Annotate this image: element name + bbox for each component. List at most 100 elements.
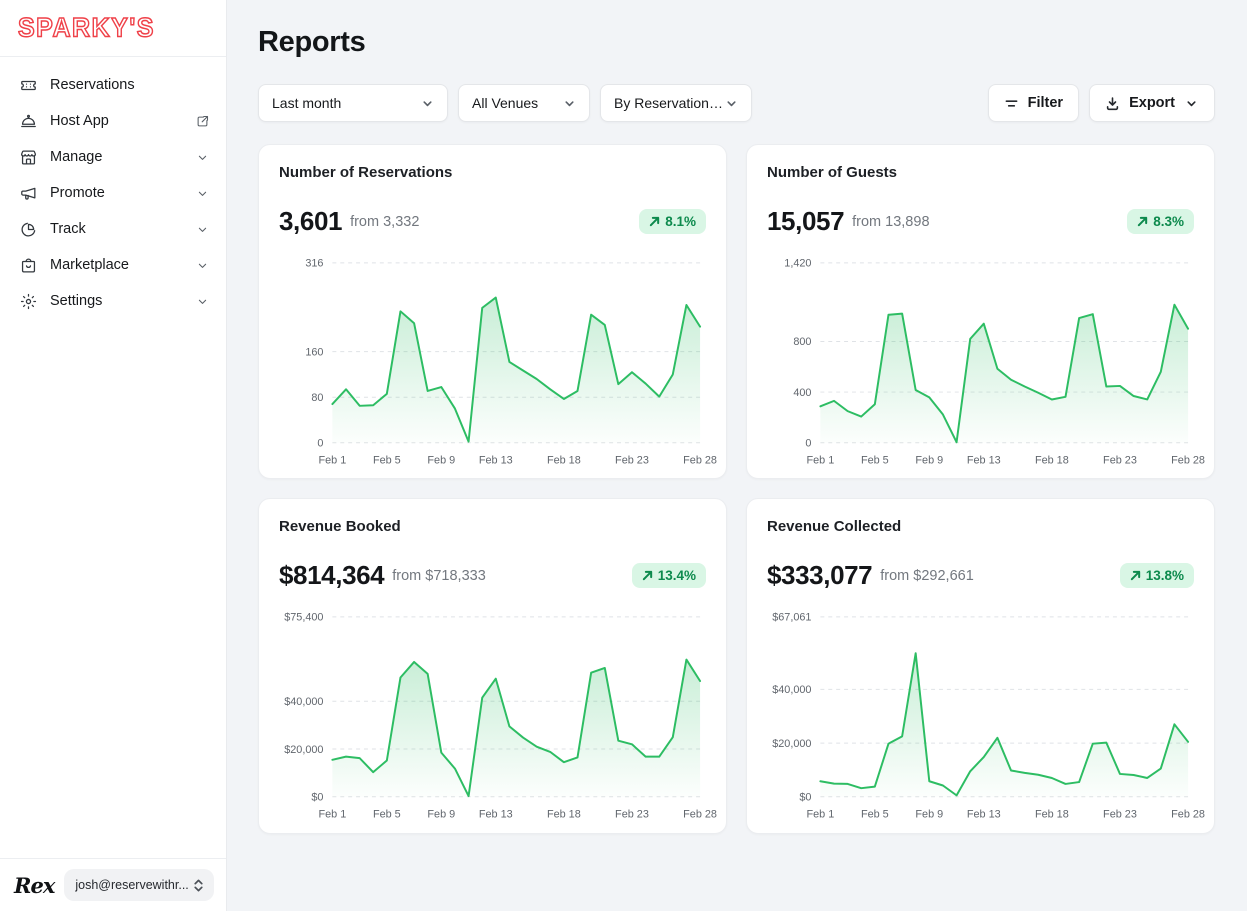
svg-text:$67,061: $67,061 [772,612,811,624]
area-chart-svg: $0$20,000$40,000$67,061Feb 1Feb 5Feb 9Fe… [767,607,1194,822]
filter-select[interactable]: Last month [258,84,448,122]
card-title: Revenue Collected [767,518,1194,535]
svg-text:Feb 23: Feb 23 [615,809,649,821]
svg-text:Feb 18: Feb 18 [1035,809,1069,821]
filter-select[interactable]: All Venues [458,84,590,122]
metric-cards-grid: Number of Reservations 3,601 from 3,332 … [258,144,1215,834]
sidebar-item-manage[interactable]: Manage [0,139,226,175]
ticket-icon [18,75,38,95]
account-select[interactable]: josh@reservewithr... [64,869,214,901]
sidebar-item-host-app[interactable]: Host App [0,103,226,139]
trend-up-icon [1137,216,1148,227]
svg-text:$75,400: $75,400 [284,612,323,624]
svg-text:0: 0 [805,438,811,450]
svg-text:80: 80 [311,392,323,404]
change-value: 13.8% [1146,568,1184,583]
logo-block: SPARKY'S [0,0,226,57]
metric-card: Number of Reservations 3,601 from 3,332 … [258,144,727,479]
filter-button-label: Filter [1028,95,1063,111]
svg-text:Feb 5: Feb 5 [861,809,889,821]
trend-up-icon [649,216,660,227]
svg-text:Feb 1: Feb 1 [318,809,346,821]
filter-button[interactable]: Filter [988,84,1079,122]
line-chart: 04008001,420Feb 1Feb 5Feb 9Feb 13Feb 18F… [767,253,1194,468]
metric-previous: from 3,332 [350,214,419,230]
svg-text:Feb 13: Feb 13 [479,455,513,467]
change-badge: 13.4% [632,563,706,588]
sparkys-logo: SPARKY'S [18,12,155,43]
svg-text:Feb 28: Feb 28 [1171,455,1205,467]
nav-item-label: Manage [50,149,102,165]
sidebar-item-settings[interactable]: Settings [0,283,226,319]
area-chart-svg: 080160316Feb 1Feb 5Feb 9Feb 13Feb 18Feb … [279,253,706,468]
svg-text:Feb 28: Feb 28 [683,809,717,821]
svg-text:Feb 23: Feb 23 [1103,809,1137,821]
svg-text:Feb 9: Feb 9 [915,455,943,467]
line-chart: $0$20,000$40,000$75,400Feb 1Feb 5Feb 9Fe… [279,607,706,822]
svg-text:Feb 9: Feb 9 [427,455,455,467]
sidebar-item-marketplace[interactable]: Marketplace [0,247,226,283]
export-button-label: Export [1129,95,1175,111]
sidebar-item-promote[interactable]: Promote [0,175,226,211]
chevron-down-icon [195,222,210,237]
metric-value: 3,601 [279,206,342,237]
updown-chevron-icon [192,878,205,893]
line-chart: $0$20,000$40,000$67,061Feb 1Feb 5Feb 9Fe… [767,607,1194,822]
svg-text:160: 160 [305,346,323,358]
svg-text:$0: $0 [311,792,323,804]
svg-text:Feb 13: Feb 13 [967,809,1001,821]
svg-text:Feb 18: Feb 18 [1035,455,1069,467]
svg-text:0: 0 [317,438,323,450]
metric-row: 15,057 from 13,898 8.3% [767,206,1194,237]
metric-row: $814,364 from $718,333 13.4% [279,560,706,591]
area-chart-svg: 04008001,420Feb 1Feb 5Feb 9Feb 13Feb 18F… [767,253,1194,468]
shopping-bag-icon [18,255,38,275]
metric-value: $814,364 [279,560,384,591]
change-badge: 8.3% [1127,209,1194,234]
filter-select[interactable]: By Reservation d... [600,84,752,122]
svg-text:Feb 23: Feb 23 [615,455,649,467]
metric-card: Number of Guests 15,057 from 13,898 8.3%… [746,144,1215,479]
svg-text:Feb 13: Feb 13 [967,455,1001,467]
nav-item-label: Host App [50,113,109,129]
svg-text:$20,000: $20,000 [284,744,323,756]
chevron-down-icon [195,258,210,273]
megaphone-icon [18,183,38,203]
card-title: Number of Reservations [279,164,706,181]
toolbar: Last month All Venues By Reservation d..… [258,84,1215,122]
line-chart: 080160316Feb 1Feb 5Feb 9Feb 13Feb 18Feb … [279,253,706,468]
area-chart-svg: $0$20,000$40,000$75,400Feb 1Feb 5Feb 9Fe… [279,607,706,822]
card-title: Number of Guests [767,164,1194,181]
svg-text:Feb 9: Feb 9 [427,809,455,821]
svg-text:$40,000: $40,000 [772,685,811,697]
sidebar-nav: Reservations Host App Manage Promote Tra… [0,57,226,329]
nav-item-label: Reservations [50,77,135,93]
svg-text:Feb 23: Feb 23 [1103,455,1137,467]
export-button[interactable]: Export [1089,84,1215,122]
card-title: Revenue Booked [279,518,706,535]
nav-item-label: Settings [50,293,102,309]
svg-text:Feb 5: Feb 5 [373,455,401,467]
svg-text:Feb 1: Feb 1 [806,455,834,467]
metric-previous: from $292,661 [880,568,974,584]
nav-item-label: Track [50,221,86,237]
svg-text:Feb 9: Feb 9 [915,809,943,821]
metric-row: 3,601 from 3,332 8.1% [279,206,706,237]
metric-card: Revenue Collected $333,077 from $292,661… [746,498,1215,833]
chevron-down-icon [195,294,210,309]
svg-text:400: 400 [793,387,811,399]
pie-chart-icon [18,219,38,239]
service-bell-icon [18,111,38,131]
svg-text:Feb 28: Feb 28 [683,455,717,467]
change-badge: 13.8% [1120,563,1194,588]
sidebar-item-track[interactable]: Track [0,211,226,247]
filter-selects: Last month All Venues By Reservation d..… [258,84,762,122]
sidebar-item-reservations[interactable]: Reservations [0,67,226,103]
svg-text:800: 800 [793,336,811,348]
chevron-down-icon [1184,96,1199,111]
svg-text:$0: $0 [799,792,811,804]
filter-select-value: Last month [272,95,341,111]
filter-lines-icon [1004,96,1019,111]
nav-item-label: Promote [50,185,105,201]
metric-card: Revenue Booked $814,364 from $718,333 13… [258,498,727,833]
